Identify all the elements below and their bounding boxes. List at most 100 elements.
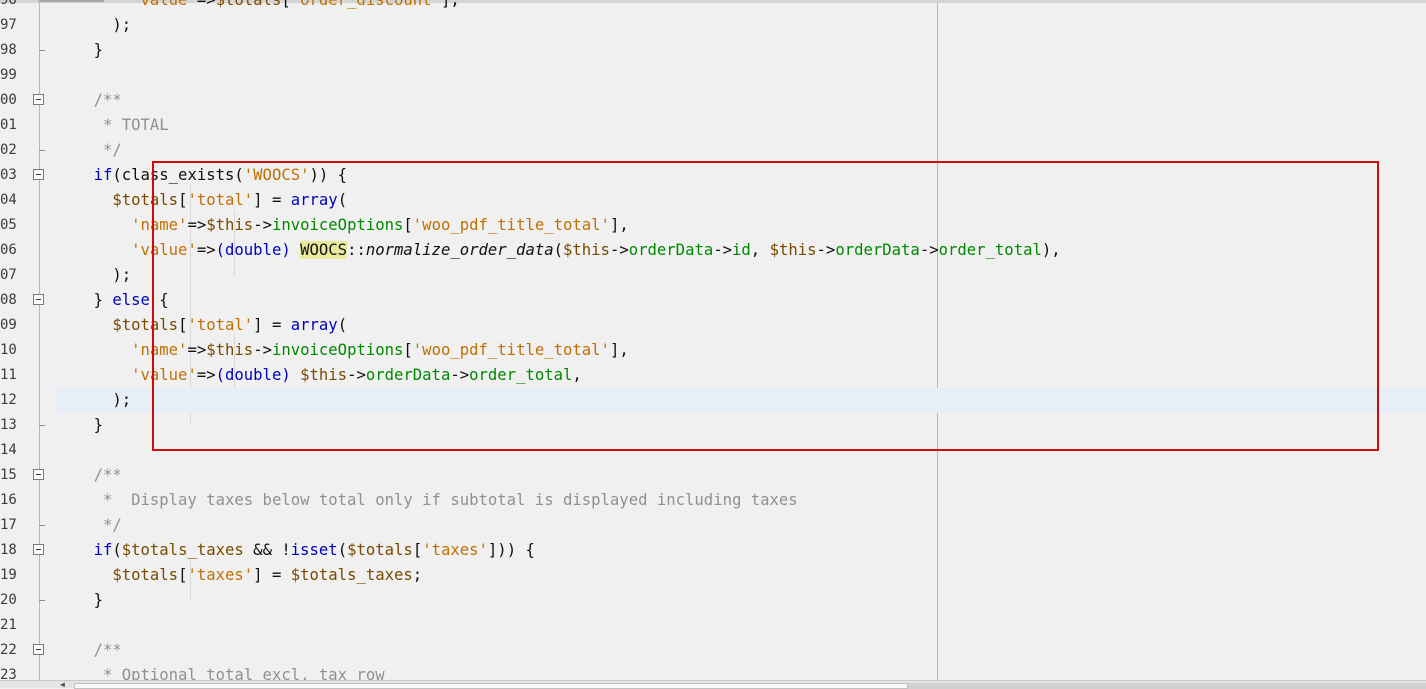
- code-line[interactable]: 01 * TOTAL: [0, 113, 1426, 138]
- code-line[interactable]: 22 /**: [0, 638, 1426, 663]
- code-token: $totals_taxes: [290, 566, 413, 584]
- code-token: (: [337, 541, 348, 559]
- code-token: $totals: [112, 566, 179, 584]
- line-number: 17: [0, 517, 17, 533]
- code-line[interactable]: 18 if($totals_taxes && !isset($totals['t…: [0, 538, 1426, 563]
- code-line[interactable]: 98 }: [0, 38, 1426, 63]
- line-number: 05: [0, 217, 17, 233]
- line-number: 08: [0, 292, 17, 308]
- code-token: 'taxes': [187, 566, 254, 584]
- code-text: * Display taxes below total only if subt…: [56, 488, 798, 513]
- code-text: if($totals_taxes && !isset($totals['taxe…: [56, 538, 535, 563]
- code-token: }: [93, 41, 103, 59]
- line-number: 03: [0, 167, 17, 183]
- code-line[interactable]: 19 $totals['taxes'] = $totals_taxes;: [0, 563, 1426, 588]
- code-text: $totals['taxes'] = $totals_taxes;: [56, 563, 422, 588]
- fold-end-tick-icon: [39, 150, 45, 151]
- code-token: 'taxes': [422, 541, 488, 559]
- code-token: /**: [93, 466, 122, 484]
- code-token: }: [93, 291, 113, 309]
- line-number: 04: [0, 192, 17, 208]
- code-text: }: [56, 38, 103, 63]
- fold-toggle-minus-icon[interactable]: [33, 294, 44, 305]
- fold-toggle-minus-icon[interactable]: [33, 469, 44, 480]
- code-text: /**: [56, 88, 122, 113]
- code-text: }: [56, 588, 103, 613]
- fold-toggle-minus-icon[interactable]: [33, 644, 44, 655]
- code-token: */: [102, 516, 122, 534]
- code-line[interactable]: 96 'value'=>$totals['order_discount'],: [0, 0, 1426, 13]
- line-number: 10: [0, 342, 17, 358]
- fold-toggle-minus-icon[interactable]: [33, 94, 44, 105]
- code-token: ;: [412, 566, 423, 584]
- line-number: 09: [0, 317, 17, 333]
- scrollbar-track-right[interactable]: [908, 683, 1426, 689]
- line-number: 97: [0, 17, 17, 33]
- line-number: 06: [0, 242, 17, 258]
- horizontal-scrollbar[interactable]: ◀: [0, 680, 1426, 689]
- code-text: /**: [56, 638, 122, 663]
- code-token: if: [93, 541, 113, 559]
- code-line[interactable]: 99: [0, 63, 1426, 88]
- fold-toggle-minus-icon[interactable]: [33, 544, 44, 555]
- code-token: [: [412, 541, 423, 559]
- line-number: 15: [0, 467, 17, 483]
- code-line[interactable]: 16 * Display taxes below total only if s…: [0, 488, 1426, 513]
- code-token: $totals: [215, 0, 282, 9]
- code-token: ] =: [253, 566, 291, 584]
- line-number: 11: [0, 367, 17, 383]
- line-number: 98: [0, 42, 17, 58]
- line-number: 00: [0, 92, 17, 108]
- code-token: * Display taxes below total only if subt…: [102, 491, 798, 509]
- code-token: (: [112, 541, 122, 559]
- code-line[interactable]: 21: [0, 613, 1426, 638]
- code-text: );: [56, 263, 131, 288]
- code-text: 'value'=>$totals['order_discount'],: [56, 0, 460, 13]
- code-token: =>: [196, 0, 216, 9]
- code-token: */: [102, 141, 122, 159]
- code-text: );: [56, 388, 131, 413]
- code-token: );: [112, 391, 132, 409]
- code-line[interactable]: 97 );: [0, 13, 1426, 38]
- code-token: 'value': [131, 0, 197, 9]
- line-number: 20: [0, 592, 17, 608]
- fold-toggle-minus-icon[interactable]: [33, 169, 44, 180]
- code-token: ],: [440, 0, 460, 9]
- code-line[interactable]: 00 /**: [0, 88, 1426, 113]
- fold-end-tick-icon: [39, 600, 45, 601]
- code-text: * TOTAL: [56, 113, 169, 138]
- code-line[interactable]: 20 }: [0, 588, 1426, 613]
- code-line[interactable]: 15 /**: [0, 463, 1426, 488]
- line-number: 99: [0, 67, 17, 83]
- code-token: $totals_taxes: [121, 541, 244, 559]
- fold-end-tick-icon: [39, 525, 45, 526]
- line-number: 01: [0, 117, 17, 133]
- scrollbar-thumb[interactable]: [74, 683, 908, 689]
- line-number: 19: [0, 567, 17, 583]
- code-line[interactable]: 02 */: [0, 138, 1426, 163]
- code-text: );: [56, 13, 131, 38]
- code-line[interactable]: 17 */: [0, 513, 1426, 538]
- code-text: /**: [56, 463, 122, 488]
- code-token: ])) {: [487, 541, 535, 559]
- code-text: }: [56, 413, 103, 438]
- line-number: 21: [0, 617, 17, 633]
- code-token: $totals: [347, 541, 413, 559]
